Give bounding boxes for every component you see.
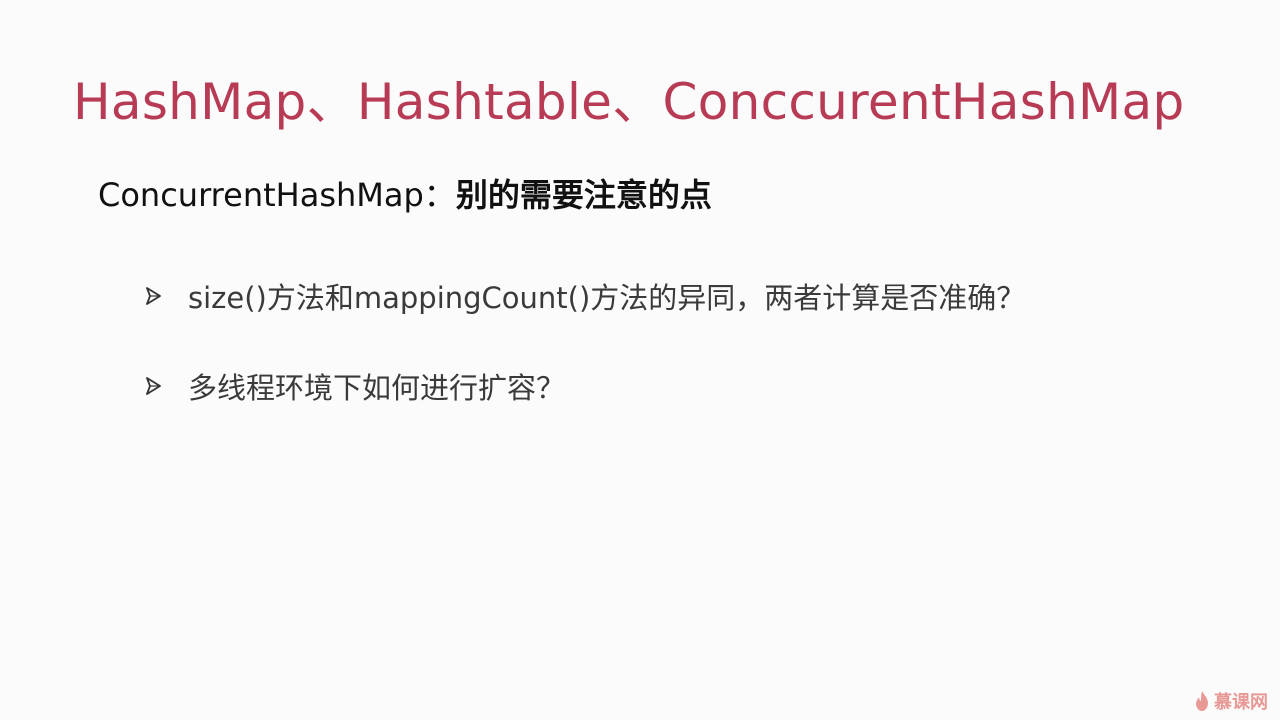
slide-canvas: HashMap、Hashtable、ConccurentHashMap Conc… [0, 0, 1280, 720]
watermark-text: 慕课网 [1214, 692, 1268, 713]
flame-icon [1196, 691, 1208, 711]
arrow-bullet-icon [146, 377, 161, 395]
subtitle-topic: 别的需要注意的点 [455, 176, 712, 214]
subtitle-class-name: ConcurrentHashMap： [98, 176, 456, 214]
bullet-text: size()方法和mappingCount()方法的异同，两者计算是否准确？ [188, 281, 1026, 315]
bullet-text: 多线程环境下如何进行扩容？ [188, 371, 566, 405]
slide-title: HashMap、Hashtable、ConccurentHashMap [73, 73, 1185, 131]
bullet-item: size()方法和mappingCount()方法的异同，两者计算是否准确？ [140, 272, 1025, 320]
site-watermark: 慕课网 [1193, 688, 1268, 714]
slide-subtitle: ConcurrentHashMap：别的需要注意的点 [98, 171, 712, 219]
bullet-item: 多线程环境下如何进行扩容？ [140, 362, 1025, 410]
bullet-list: size()方法和mappingCount()方法的异同，两者计算是否准确？ 多… [140, 272, 1025, 452]
arrow-bullet-icon [146, 287, 161, 305]
